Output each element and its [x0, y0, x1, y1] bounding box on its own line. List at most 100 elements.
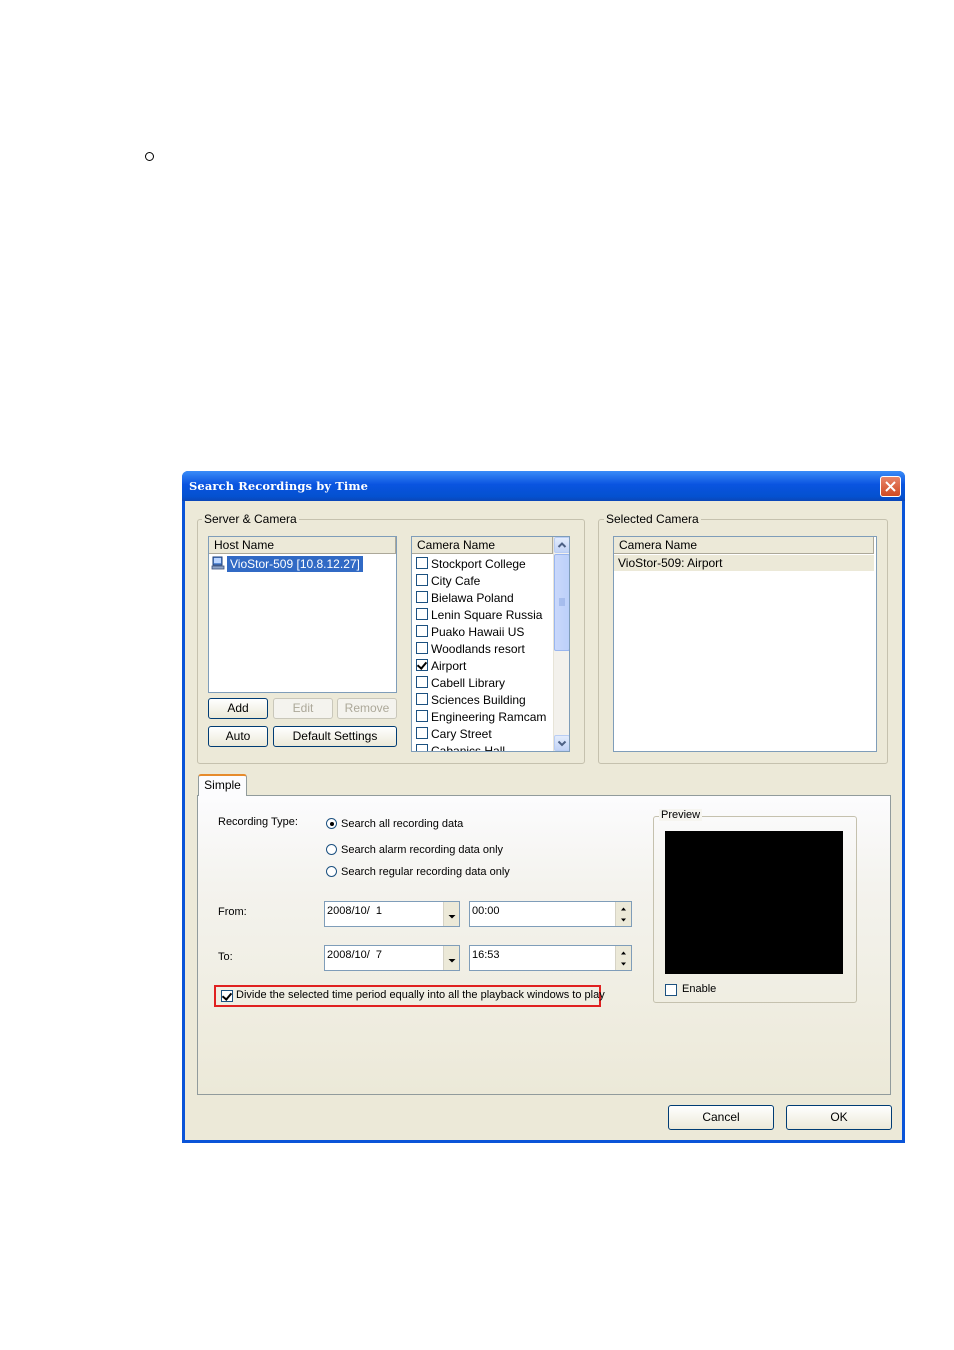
camera-checkbox[interactable] — [416, 659, 428, 671]
camera-list-item[interactable]: Airport — [416, 658, 466, 675]
divide-checkbox[interactable] — [221, 990, 233, 1002]
edit-button[interactable]: Edit — [273, 698, 333, 719]
grip-icon — [559, 598, 565, 606]
from-date-value: 2008/10/ 1 — [327, 905, 383, 917]
bullet-point — [145, 152, 154, 161]
remove-button[interactable]: Remove — [337, 698, 397, 719]
camera-checkbox[interactable] — [416, 693, 428, 705]
chevron-down-icon — [557, 740, 567, 747]
ok-button[interactable]: OK — [786, 1105, 892, 1130]
camera-label[interactable]: City Cafe — [431, 574, 480, 588]
default-settings-button[interactable]: Default Settings — [273, 726, 397, 747]
camera-list-item[interactable]: Sciences Building — [416, 692, 526, 709]
camera-list[interactable]: Camera Name Stockport College City Cafe Bi… — [411, 536, 570, 752]
host-name-header[interactable]: Host Name — [209, 537, 396, 554]
to-date-value: 2008/10/ 7 — [327, 949, 383, 961]
search-recordings-dialog: Search Recordings by Time Server & Camer… — [182, 471, 905, 1143]
camera-list-scrollbar[interactable] — [553, 537, 569, 751]
cancel-button[interactable]: Cancel — [668, 1105, 774, 1130]
arrow-down-icon — [621, 962, 626, 966]
chevron-up-icon — [557, 542, 567, 548]
camera-checkbox[interactable] — [416, 557, 428, 569]
host-label[interactable]: VioStor-509 [10.8.12.27] — [227, 556, 363, 572]
camera-checkbox[interactable] — [416, 574, 428, 586]
camera-list-item[interactable]: Cary Street — [416, 726, 492, 743]
recording-type-label: Recording Type: — [218, 816, 298, 828]
selected-camera-legend: Selected Camera — [604, 512, 701, 526]
server-icon — [211, 556, 225, 570]
to-time-field[interactable]: 16:53 — [469, 945, 632, 971]
scroll-thumb[interactable] — [554, 554, 569, 651]
close-icon — [885, 481, 896, 492]
divide-label[interactable]: Divide the selected time period equally … — [236, 989, 605, 1001]
from-time-field[interactable]: 00:00 — [469, 901, 632, 927]
camera-label[interactable]: Bielawa Poland — [431, 591, 514, 605]
camera-list-item[interactable]: Cabell Library — [416, 675, 505, 692]
auto-button[interactable]: Auto — [208, 726, 268, 747]
selected-camera-item[interactable]: VioStor-509: Airport — [614, 555, 874, 571]
camera-label[interactable]: Stockport College — [431, 557, 526, 571]
server-camera-legend: Server & Camera — [202, 512, 299, 526]
radio-search-all[interactable] — [326, 818, 337, 829]
camera-label[interactable]: Woodlands resort — [431, 642, 525, 656]
from-label: From: — [218, 906, 247, 918]
to-time-down[interactable] — [615, 958, 631, 970]
camera-label[interactable]: Lenin Square Russia — [431, 608, 542, 622]
simple-tab-panel: Recording Type: Search all recording dat… — [197, 795, 891, 1095]
preview-legend: Preview — [659, 809, 703, 821]
camera-checkbox[interactable] — [416, 608, 428, 620]
camera-checkbox[interactable] — [416, 642, 428, 654]
camera-label[interactable]: Airport — [431, 659, 466, 673]
to-date-picker[interactable]: 2008/10/ 7 — [324, 945, 460, 971]
camera-list-item[interactable]: Bielawa Poland — [416, 590, 514, 607]
close-button[interactable] — [880, 476, 901, 497]
camera-list-item[interactable]: Cabanics Hall — [416, 743, 505, 751]
radio-search-regular[interactable] — [326, 866, 337, 877]
camera-list-item[interactable]: Puako Hawaii US — [416, 624, 524, 641]
camera-label[interactable]: Cabanics Hall — [431, 744, 505, 751]
scroll-down-button[interactable] — [554, 735, 569, 751]
tab-simple[interactable]: Simple — [198, 774, 247, 796]
arrow-up-icon — [621, 907, 626, 911]
camera-checkbox[interactable] — [416, 744, 428, 751]
selected-camera-list[interactable]: Camera Name VioStor-509: Airport — [613, 536, 877, 752]
camera-list-item[interactable]: City Cafe — [416, 573, 480, 590]
camera-checkbox[interactable] — [416, 625, 428, 637]
camera-list-item[interactable]: Engineering Ramcam — [416, 709, 546, 726]
camera-label[interactable]: Sciences Building — [431, 693, 526, 707]
radio-search-alarm[interactable] — [326, 844, 337, 855]
camera-label[interactable]: Puako Hawaii US — [431, 625, 524, 639]
host-list[interactable]: Host Name VioStor-509 [10.8.12.27] — [208, 536, 397, 693]
dialog-title: Search Recordings by Time — [189, 479, 369, 493]
search-alarm-label[interactable]: Search alarm recording data only — [341, 844, 503, 856]
to-label: To: — [218, 951, 233, 963]
camera-checkbox[interactable] — [416, 676, 428, 688]
from-time-up[interactable] — [615, 902, 631, 914]
camera-checkbox[interactable] — [416, 727, 428, 739]
camera-list-item[interactable]: Lenin Square Russia — [416, 607, 542, 624]
camera-checkbox[interactable] — [416, 591, 428, 603]
camera-label[interactable]: Cary Street — [431, 727, 492, 741]
enable-label[interactable]: Enable — [682, 983, 716, 995]
to-date-dropdown[interactable] — [443, 946, 459, 970]
from-date-picker[interactable]: 2008/10/ 1 — [324, 901, 460, 927]
scroll-up-button[interactable] — [554, 537, 569, 553]
camera-list-item[interactable]: Stockport College — [416, 556, 526, 573]
from-date-dropdown[interactable] — [443, 902, 459, 926]
add-button[interactable]: Add — [208, 698, 268, 719]
chevron-down-icon — [448, 915, 456, 919]
search-all-label[interactable]: Search all recording data — [341, 818, 463, 830]
preview-video — [665, 831, 843, 974]
camera-checkbox[interactable] — [416, 710, 428, 722]
to-time-up[interactable] — [615, 946, 631, 958]
camera-list-item[interactable]: Woodlands resort — [416, 641, 525, 658]
camera-label[interactable]: Engineering Ramcam — [431, 710, 546, 724]
selected-camera-header[interactable]: Camera Name — [614, 537, 874, 554]
search-regular-label[interactable]: Search regular recording data only — [341, 866, 510, 878]
from-time-down[interactable] — [615, 914, 631, 926]
title-bar: Search Recordings by Time — [182, 471, 905, 501]
enable-checkbox[interactable] — [665, 984, 677, 996]
camera-label[interactable]: Cabell Library — [431, 676, 505, 690]
arrow-up-icon — [621, 951, 626, 955]
camera-name-header[interactable]: Camera Name — [412, 537, 553, 554]
